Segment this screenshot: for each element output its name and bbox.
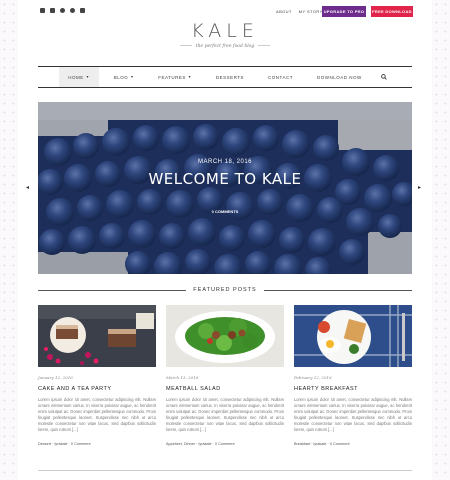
hero-comments[interactable]: 0 COMMENTS (38, 209, 412, 214)
hero-title[interactable]: WELCOME TO KALE (38, 170, 412, 188)
nav-label: DESSERTS (215, 74, 245, 80)
page-container: ABOUT MY STORY UPGRADE TO PRO FREE DOWNL… (18, 0, 432, 480)
post-meta[interactable]: Breakfast · lyrakale · 0 Comment (294, 442, 412, 446)
post-excerpt: Lorem ipsum dolor sit amet, consectetur … (38, 397, 156, 433)
post-image-cake[interactable] (38, 305, 156, 367)
hero-slider[interactable]: MARCH 18, 2016 WELCOME TO KALE 0 COMMENT… (38, 102, 412, 274)
search-icon[interactable] (374, 67, 394, 87)
about-link[interactable]: ABOUT (276, 9, 292, 14)
post-excerpt: Lorem ipsum dolor sit amet, consectetur … (294, 397, 412, 433)
post-card: January 12, 2016 CAKE AND A TEA PARTY Lo… (38, 305, 156, 446)
site-logo[interactable]: KALE (18, 20, 432, 42)
post-image-breakfast[interactable] (294, 305, 412, 367)
post-image-salad[interactable] (166, 305, 284, 367)
post-card: February 12, 2016 HEARTY BREAKFAST Lorem… (294, 305, 412, 446)
nav-label: BLOG (113, 74, 129, 80)
facebook-icon[interactable] (40, 8, 45, 13)
post-date: March 13, 2016 (166, 375, 199, 380)
featured-posts-heading: FEATURED POSTS (193, 287, 257, 293)
site-tagline-wrap: the perfect free food blog (18, 44, 432, 49)
post-excerpt: Lorem ipsum dolor sit amet, consectetur … (166, 397, 284, 433)
tagline-divider (179, 45, 192, 46)
post-date: February 12, 2016 (294, 375, 332, 380)
site-tagline: the perfect free food blog (195, 44, 255, 49)
email-icon[interactable] (80, 8, 85, 13)
post-title[interactable]: HEARTY BREAKFAST (294, 386, 412, 392)
caret-down-icon: ▼ (85, 75, 90, 79)
blueberries-image (38, 102, 412, 274)
twitter-icon[interactable] (50, 8, 55, 13)
instagram-icon[interactable] (60, 8, 65, 13)
top-links: ABOUT MY STORY (276, 9, 323, 14)
nav-item-desserts[interactable]: DESSERTS (207, 67, 253, 87)
post-title[interactable]: CAKE AND A TEA PARTY (38, 386, 156, 392)
post-title[interactable]: MEATBALL SALAD (166, 386, 284, 392)
post-card: March 13, 2016 MEATBALL SALAD Lorem ipsu… (166, 305, 284, 446)
my-story-link[interactable]: MY STORY (299, 9, 323, 14)
bottom-divider (38, 470, 412, 471)
nav-label: DOWNLOAD NOW (316, 74, 362, 80)
slider-next-arrow-icon[interactable]: ▸ (418, 184, 421, 191)
social-links (40, 8, 85, 13)
free-download-button[interactable]: FREE DOWNLOAD (371, 6, 413, 17)
nav-item-home[interactable]: HOME ▼ (59, 67, 99, 87)
nav-label: CONTACT (268, 74, 293, 80)
main-nav: HOME ▼ BLOG ▼ FEATURES ▼ DESSERTS CONTACT D… (38, 66, 412, 88)
hero-date: MARCH 18, 2016 (197, 159, 253, 165)
nav-item-contact[interactable]: CONTACT (259, 67, 302, 87)
post-meta[interactable]: Dessert · lyrakale · 0 Comment (38, 442, 156, 446)
nav-item-blog[interactable]: BLOG ▼ (105, 67, 143, 87)
post-meta[interactable]: Appetizer, Dinner · lyrakale · 0 Comment (166, 442, 284, 446)
tagline-divider (258, 45, 271, 46)
post-date: January 12, 2016 (38, 375, 73, 380)
caret-down-icon: ▼ (130, 75, 135, 79)
upgrade-to-pro-button[interactable]: UPGRADE TO PRO (322, 6, 366, 17)
caret-down-icon: ▼ (187, 75, 192, 79)
nav-item-download-now[interactable]: DOWNLOAD NOW (308, 67, 371, 87)
nav-item-features[interactable]: FEATURES ▼ (149, 67, 201, 87)
nav-label: FEATURES (158, 74, 186, 80)
pinterest-icon[interactable] (70, 8, 75, 13)
slider-prev-arrow-icon[interactable]: ◂ (26, 184, 29, 191)
nav-label: HOME (68, 74, 84, 80)
